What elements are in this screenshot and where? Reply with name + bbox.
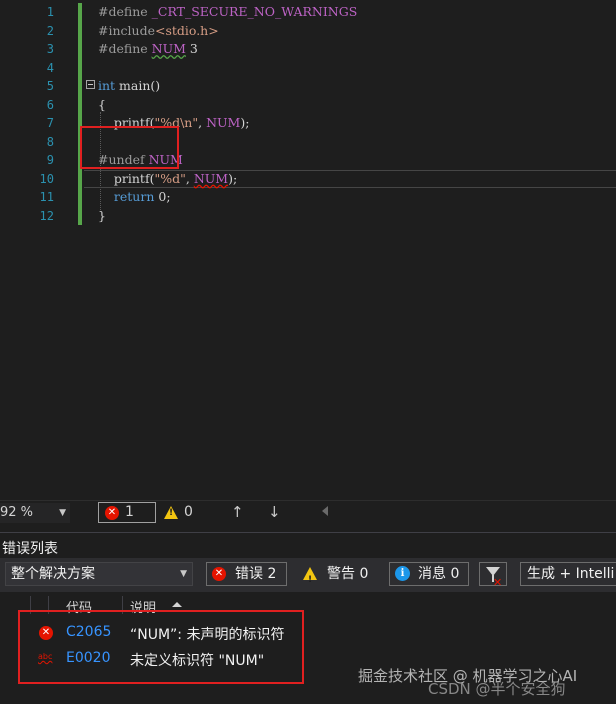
error-icon: ✕	[105, 506, 119, 520]
errors-label: 错误 2	[235, 566, 277, 582]
arrow-down-icon[interactable]: ↓	[268, 503, 281, 521]
line-number: 11	[39, 190, 54, 204]
highlight-box	[80, 126, 179, 169]
preprocessor-directive: #include	[98, 22, 155, 38]
preprocessor-directive: #define	[98, 4, 152, 19]
messages-label: 消息 0	[418, 566, 460, 582]
line-number: 5	[46, 79, 54, 93]
code-line-3: #define NUM 3	[98, 40, 616, 59]
code-editor[interactable]: 1 2 3 4 5 6 7 8 9 10 11 12 #define _CRT_…	[0, 0, 616, 500]
line-number: 8	[46, 134, 54, 149]
change-tracking-bar	[78, 3, 82, 225]
sort-ascending-icon	[172, 602, 182, 607]
zoom-level: 92 %	[0, 505, 34, 520]
code-lines[interactable]: #define _CRT_SECURE_NO_WARNINGS #include…	[98, 3, 616, 225]
zoom-dropdown[interactable]: 92 % ▼	[0, 503, 70, 523]
code-line-5: int main()	[98, 77, 616, 96]
filter-button[interactable]: ✕	[479, 562, 507, 589]
warnings-filter-button[interactable]: 警告 0	[298, 562, 376, 591]
line-number: 6	[46, 97, 54, 112]
macro-value: 3	[185, 41, 198, 56]
warnings-label: 警告 0	[327, 566, 369, 582]
code-line-10: printf("%d", NUM);	[84, 170, 616, 189]
error-list-title-bar: 错误列表	[0, 532, 616, 559]
warning-icon	[164, 506, 178, 519]
code-line-2: #include<stdio.h>	[98, 22, 616, 41]
panel-title: 错误列表	[2, 541, 58, 557]
info-icon: i	[395, 566, 410, 581]
macro-name: _CRT_SECURE_NO_WARNINGS	[151, 4, 358, 19]
macro-name-error: NUM	[193, 170, 229, 186]
statement-tail: );	[228, 170, 238, 186]
brace: }	[98, 207, 106, 223]
collapse-toggle-icon[interactable]	[86, 80, 95, 89]
chevron-down-icon: ▼	[180, 569, 187, 579]
error-count: 1	[125, 504, 134, 520]
watermark-text: CSDN @半个安全狗	[428, 680, 566, 698]
build-intellisense-dropdown[interactable]: 生成 + Intelli	[520, 562, 616, 586]
line-number: 12	[39, 208, 54, 223]
function-call: printf(	[113, 170, 155, 186]
error-list-toolbar: 整个解决方案 ▼ ✕ 错误 2 警告 0 i 消息 0 ✕ 生成 + Intel…	[0, 558, 616, 592]
error-count-indicator[interactable]: ✕ 1	[98, 502, 156, 523]
macro-name: NUM	[206, 115, 241, 130]
editor-status-bar: 92 % ▼ ✕ 1 0 ↑ ↓	[0, 500, 616, 526]
separator: ,	[185, 170, 194, 186]
statement-tail: 0;	[154, 189, 171, 204]
code-line-1: #define _CRT_SECURE_NO_WARNINGS	[98, 3, 616, 22]
macro-name: NUM	[151, 41, 186, 56]
errors-filter-button[interactable]: ✕ 错误 2	[206, 562, 287, 586]
line-number: 10	[39, 171, 54, 186]
statement-tail: );	[240, 115, 250, 130]
line-number: 1	[46, 5, 54, 19]
line-number: 4	[46, 60, 54, 75]
highlight-box	[18, 610, 304, 684]
code-line-12: }	[98, 207, 616, 226]
code-line-11: return 0;	[98, 188, 616, 207]
filter-clear-icon: ✕	[493, 576, 503, 589]
messages-filter-button[interactable]: i 消息 0	[389, 562, 469, 586]
error-icon: ✕	[212, 567, 226, 581]
line-number: 3	[46, 42, 54, 56]
warning-icon	[303, 567, 317, 591]
scope-dropdown[interactable]: 整个解决方案 ▼	[5, 562, 193, 586]
build-label: 生成 + Intelli	[527, 566, 615, 582]
brace: {	[98, 96, 106, 112]
scope-value: 整个解决方案	[11, 566, 95, 582]
chevron-down-icon: ▼	[59, 508, 66, 518]
string-literal: "%d"	[154, 170, 186, 186]
keyword: return	[113, 189, 155, 204]
arrow-up-icon[interactable]: ↑	[231, 503, 244, 521]
preprocessor-directive: #define	[98, 41, 152, 56]
line-number: 2	[46, 23, 54, 38]
warning-count-indicator[interactable]: 0	[162, 502, 202, 523]
code-line-6: {	[98, 96, 616, 115]
function-name: main()	[115, 78, 161, 93]
line-number: 7	[46, 116, 54, 130]
keyword: int	[98, 78, 116, 93]
scroll-left-icon[interactable]	[322, 506, 328, 516]
include-header: <stdio.h>	[154, 22, 219, 38]
separator: ,	[198, 115, 207, 130]
line-numbers: 1 2 3 4 5 6 7 8 9 10 11 12	[16, 3, 54, 225]
line-number: 9	[46, 153, 54, 167]
editor-margin	[0, 0, 16, 500]
warning-count: 0	[184, 504, 193, 520]
